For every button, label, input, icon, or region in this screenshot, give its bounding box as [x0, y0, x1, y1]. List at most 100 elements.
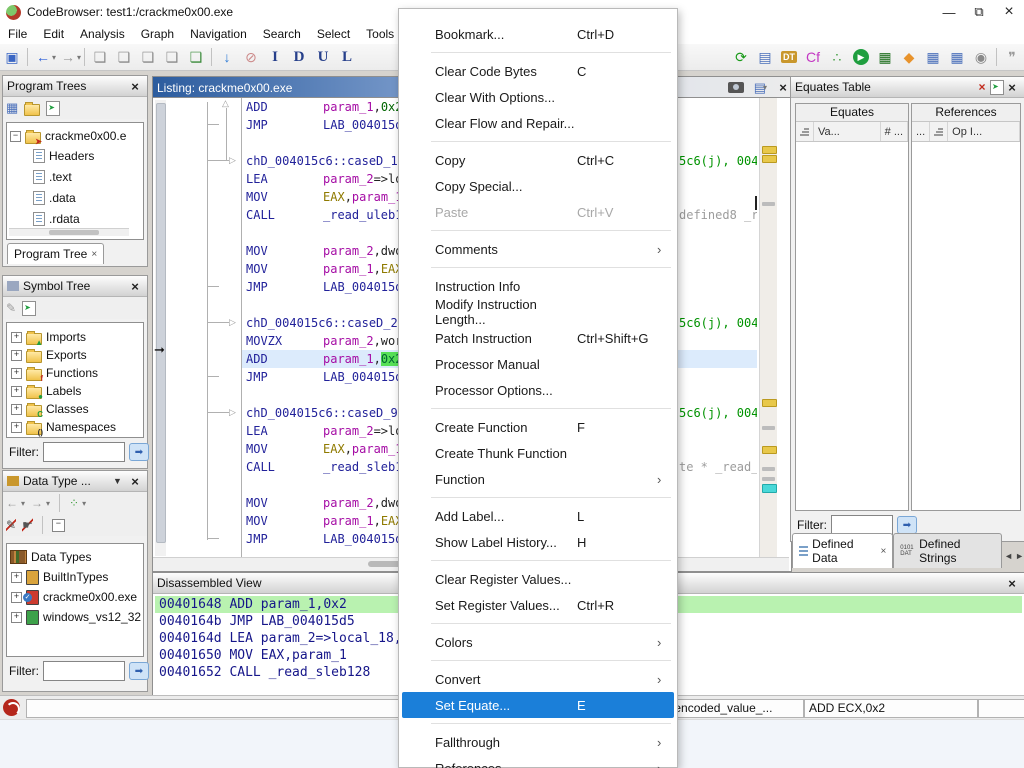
- dtm-close-icon[interactable]: ×: [127, 474, 143, 489]
- sidebar-item-exports[interactable]: +Exports: [11, 346, 87, 364]
- program-trees-close-icon[interactable]: ×: [127, 79, 143, 94]
- context-menu-item-bookmark[interactable]: Bookmark...Ctrl+D: [399, 21, 677, 47]
- expand-icon[interactable]: +: [11, 368, 22, 379]
- tree-item-data-types-root[interactable]: Data Types: [10, 548, 91, 566]
- context-menu-item-processor-manual[interactable]: Processor Manual: [399, 351, 677, 377]
- function-graph-icon[interactable]: ∴: [825, 47, 849, 67]
- column-header-op[interactable]: Op I...: [948, 122, 1020, 141]
- filter-options-icon[interactable]: ➡: [129, 662, 149, 680]
- tree-item-rdata[interactable]: .rdata: [33, 210, 80, 228]
- menu-file[interactable]: File: [0, 25, 35, 43]
- expand-icon[interactable]: +: [11, 572, 22, 583]
- column-sort-icon[interactable]: [930, 122, 948, 141]
- dtm-menu-chevron-icon[interactable]: ▼: [113, 476, 127, 486]
- comment-icon[interactable]: ❞: [1000, 47, 1024, 67]
- tab-scroll-left-icon[interactable]: ◄: [1004, 551, 1013, 561]
- back-icon[interactable]: ←: [6, 496, 18, 510]
- letter-d-icon[interactable]: D: [287, 47, 311, 67]
- tab-close-icon[interactable]: ×: [880, 546, 886, 557]
- chevron-down-icon[interactable]: ▾: [77, 53, 81, 62]
- delete-icon[interactable]: ×: [974, 80, 990, 94]
- expand-icon[interactable]: +: [11, 386, 22, 397]
- tab-defined-strings[interactable]: 0101 DAT Defined Strings: [893, 533, 1002, 568]
- menu-navigation[interactable]: Navigation: [182, 25, 255, 43]
- context-menu-item-create-function[interactable]: Create FunctionF: [399, 414, 677, 440]
- sidebar-item-namespaces[interactable]: +()Namespaces: [11, 418, 116, 436]
- tab-scroll-right-icon[interactable]: ►: [1015, 551, 1024, 561]
- snapshot-icon[interactable]: [46, 101, 60, 116]
- letter-u-icon[interactable]: U: [311, 47, 335, 67]
- sidebar-item-functions[interactable]: +fFunctions: [11, 364, 98, 382]
- filter-options-icon[interactable]: ➡: [897, 516, 917, 534]
- marker-margin[interactable]: [759, 98, 777, 557]
- context-menu-item-convert[interactable]: Convert›: [399, 666, 677, 692]
- tree-item-windows_vs12_32[interactable]: +windows_vs12_32: [11, 608, 141, 626]
- context-menu-item-clear-with-options[interactable]: Clear With Options...: [399, 84, 677, 110]
- context-menu-item-instruction-info[interactable]: Instruction Info: [399, 273, 677, 299]
- listing-view-icon[interactable]: ▤: [753, 47, 777, 67]
- nav-doc-icon-2[interactable]: ❏: [112, 47, 136, 67]
- collapse-all-icon[interactable]: −: [52, 519, 65, 532]
- refresh-icon[interactable]: ⟳: [729, 47, 753, 67]
- menu-edit[interactable]: Edit: [35, 25, 72, 43]
- listing-vertical-scrollbar[interactable]: [155, 100, 166, 556]
- tree-item-root[interactable]: − ➤ crackme0x00.e: [10, 127, 126, 145]
- equates-close-icon[interactable]: ×: [1004, 80, 1020, 95]
- menu-graph[interactable]: Graph: [133, 25, 182, 43]
- person-icon[interactable]: ◉: [969, 47, 993, 67]
- context-menu-item-modify-instruction-length[interactable]: Modify Instruction Length...: [399, 299, 677, 325]
- context-menu-item-processor-options[interactable]: Processor Options...: [399, 377, 677, 403]
- collapse-icon[interactable]: −: [10, 131, 21, 142]
- minimize-button[interactable]: —: [934, 1, 964, 23]
- expand-icon[interactable]: +: [11, 350, 22, 361]
- letter-i-icon[interactable]: I: [263, 47, 287, 67]
- letter-l-icon[interactable]: L: [335, 47, 359, 67]
- context-menu-item-create-thunk-function[interactable]: Create Thunk Function: [399, 440, 677, 466]
- column-header-dots[interactable]: ...: [912, 122, 930, 141]
- menu-tools[interactable]: Tools: [358, 25, 402, 43]
- restore-button[interactable]: ⧉: [964, 1, 994, 23]
- sidebar-item-classes[interactable]: +CClasses: [11, 400, 89, 418]
- tree-item-builtintypes[interactable]: +BuiltInTypes: [11, 568, 108, 586]
- menu-select[interactable]: Select: [309, 25, 358, 43]
- expand-icon[interactable]: +: [11, 592, 22, 603]
- play-icon[interactable]: ▶: [849, 47, 873, 67]
- camera-icon[interactable]: [728, 82, 744, 93]
- close-button[interactable]: ×: [994, 1, 1024, 23]
- chevron-down-icon[interactable]: ▾: [763, 83, 767, 92]
- table-icon[interactable]: ▦: [921, 47, 945, 67]
- menu-search[interactable]: Search: [255, 25, 309, 43]
- diamond-icon[interactable]: ◆: [897, 47, 921, 67]
- new-tree-icon[interactable]: ▦: [6, 100, 18, 116]
- expand-icon[interactable]: +: [11, 332, 22, 343]
- tree-item-Headers[interactable]: Headers: [33, 147, 94, 165]
- symbol-tree-close-icon[interactable]: ×: [127, 279, 143, 294]
- context-menu-item-paste[interactable]: PasteCtrl+V: [399, 199, 677, 225]
- strike-pointer-icon[interactable]: ☛: [22, 518, 33, 532]
- context-menu-item-set-equate[interactable]: Set Equate...E: [402, 692, 674, 718]
- dtm-filter-input[interactable]: [43, 661, 125, 681]
- forward-icon[interactable]: →: [31, 496, 43, 510]
- down-arrow-icon[interactable]: ↓: [215, 47, 239, 67]
- strike-pencil-icon[interactable]: ✎: [6, 518, 16, 532]
- no-entry-icon[interactable]: ⊘: [239, 47, 263, 67]
- context-menu-item-patch-instruction[interactable]: Patch InstructionCtrl+Shift+G: [399, 325, 677, 351]
- sidebar-item-imports[interactable]: +▲Imports: [11, 328, 86, 346]
- listing-close-icon[interactable]: ×: [775, 80, 791, 95]
- tree-item-crackme0x00.exe[interactable]: +✓crackme0x00.exe: [11, 588, 137, 606]
- context-menu-item-clear-flow-and-repair[interactable]: Clear Flow and Repair...: [399, 110, 677, 136]
- horizontal-scrollbar[interactable]: [9, 228, 129, 236]
- expand-icon[interactable]: +: [11, 404, 22, 415]
- expand-icon[interactable]: +: [11, 612, 22, 623]
- tree-item-data[interactable]: .data: [33, 189, 76, 207]
- column-header-refs[interactable]: # ...: [881, 122, 908, 141]
- table-export-icon[interactable]: ▦: [945, 47, 969, 67]
- symbol-filter-input[interactable]: [43, 442, 125, 462]
- expand-icon[interactable]: +: [11, 422, 22, 433]
- save-icon[interactable]: ▣: [0, 47, 24, 67]
- nav-doc-icon-3[interactable]: ❏: [136, 47, 160, 67]
- cf-icon[interactable]: Cf: [801, 47, 825, 67]
- tab-close-icon[interactable]: ×: [91, 249, 97, 260]
- tab-program-tree[interactable]: Program Tree ×: [7, 243, 104, 264]
- disassembled-view-close-icon[interactable]: ×: [1004, 576, 1020, 591]
